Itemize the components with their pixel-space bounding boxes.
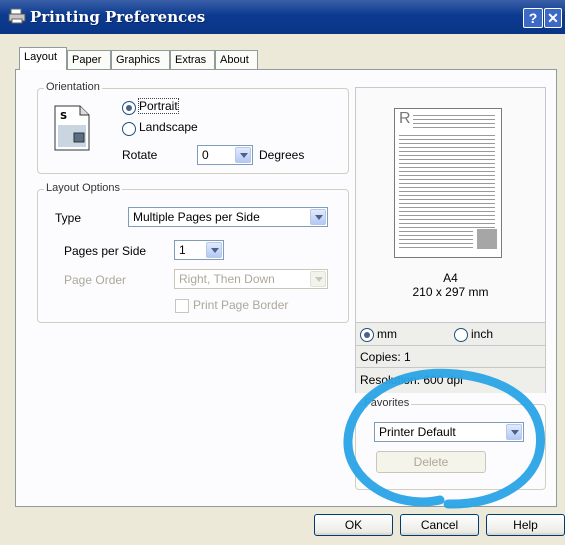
help-title-button[interactable]: ? xyxy=(523,8,543,28)
favorites-select[interactable]: Printer Default xyxy=(374,422,524,442)
tab-about[interactable]: About xyxy=(215,50,258,69)
rotate-select[interactable]: 0 xyxy=(197,145,253,165)
tab-extras[interactable]: Extras xyxy=(170,50,215,69)
question-icon: ? xyxy=(528,10,538,26)
chevron-down-icon[interactable] xyxy=(206,242,222,258)
favorites-legend: Favorites xyxy=(362,397,412,409)
tab-label: Graphics xyxy=(116,54,161,66)
degrees-label: Degrees xyxy=(259,148,305,162)
printer-icon xyxy=(8,8,26,24)
icon-letter: S xyxy=(60,111,67,122)
rotate-value: 0 xyxy=(202,148,209,162)
chevron-down-icon[interactable] xyxy=(310,209,326,225)
paper-preview: R xyxy=(394,108,502,258)
orientation-legend: Orientation xyxy=(44,81,102,93)
mm-label[interactable]: mm xyxy=(377,327,397,341)
portrait-label[interactable]: Portrait xyxy=(138,98,179,114)
inch-label[interactable]: inch xyxy=(471,327,493,341)
inch-radio[interactable] xyxy=(454,328,468,342)
portrait-radio[interactable] xyxy=(122,101,136,115)
tab-label: Extras xyxy=(175,54,207,66)
favorites-value: Printer Default xyxy=(379,425,456,439)
tab-label: About xyxy=(220,54,249,66)
tab-label: Layout xyxy=(24,51,58,63)
chevron-down-icon[interactable] xyxy=(506,424,522,440)
layout-options-legend: Layout Options xyxy=(44,182,122,194)
paper-size-label: A4 xyxy=(443,271,458,285)
tab-paper[interactable]: Paper xyxy=(67,50,111,69)
page-order-label: Page Order xyxy=(64,273,127,287)
pages-per-side-label: Pages per Side xyxy=(64,244,147,258)
paper-image-block xyxy=(477,229,497,249)
print-page-border-checkbox[interactable] xyxy=(175,299,189,313)
paper-letter: R xyxy=(399,110,411,127)
chevron-down-icon[interactable] xyxy=(235,147,251,163)
title-bar: Printing Preferences ? ✕ xyxy=(0,0,565,34)
printing-preferences-window: Printing Preferences ? ✕ Layout Paper Gr… xyxy=(0,0,565,545)
page-order-select[interactable]: Right, Then Down xyxy=(174,269,328,289)
landscape-radio[interactable] xyxy=(122,122,136,136)
paper-dims-label: 210 x 297 mm xyxy=(412,285,489,299)
tab-graphics[interactable]: Graphics xyxy=(111,50,170,69)
cancel-button[interactable]: Cancel xyxy=(400,514,479,536)
ok-button[interactable]: OK xyxy=(314,514,393,536)
type-value: Multiple Pages per Side xyxy=(133,210,260,224)
pages-per-side-select[interactable]: 1 xyxy=(174,240,224,260)
preview-area: R A4 210 x 297 mm mm inch Copies: 1 Reso… xyxy=(355,87,546,393)
landscape-label[interactable]: Landscape xyxy=(139,120,198,134)
window-title: Printing Preferences xyxy=(30,8,206,26)
type-label: Type xyxy=(55,211,82,225)
close-button[interactable]: ✕ xyxy=(544,8,562,28)
favorites-group: Favorites Printer Default Delete xyxy=(355,397,546,490)
layout-tab-panel: Orientation S Portrait Landscape Rotate … xyxy=(15,69,557,507)
pages-per-side-value: 1 xyxy=(179,243,186,257)
portrait-document-icon: S xyxy=(54,105,90,151)
print-page-border-label: Print Page Border xyxy=(193,298,289,312)
page-order-value: Right, Then Down xyxy=(179,272,275,286)
delete-button[interactable]: Delete xyxy=(376,451,486,473)
mm-radio[interactable] xyxy=(360,328,374,342)
chevron-down-icon[interactable] xyxy=(310,271,326,287)
tab-layout[interactable]: Layout xyxy=(19,47,67,70)
layout-options-group: Layout Options Type Multiple Pages per S… xyxy=(37,182,349,323)
rotate-label: Rotate xyxy=(122,148,158,162)
close-icon: ✕ xyxy=(547,10,559,26)
copies-text: Copies: 1 xyxy=(360,350,411,364)
orientation-group: Orientation S Portrait Landscape Rotate … xyxy=(37,81,349,174)
tab-label: Paper xyxy=(72,54,102,66)
type-select[interactable]: Multiple Pages per Side xyxy=(128,207,328,227)
resolution-text: Resolution: 600 dpi xyxy=(360,373,463,387)
help-button[interactable]: Help xyxy=(486,514,565,536)
info-section: mm inch Copies: 1 Resolution: 600 dpi xyxy=(356,322,545,393)
